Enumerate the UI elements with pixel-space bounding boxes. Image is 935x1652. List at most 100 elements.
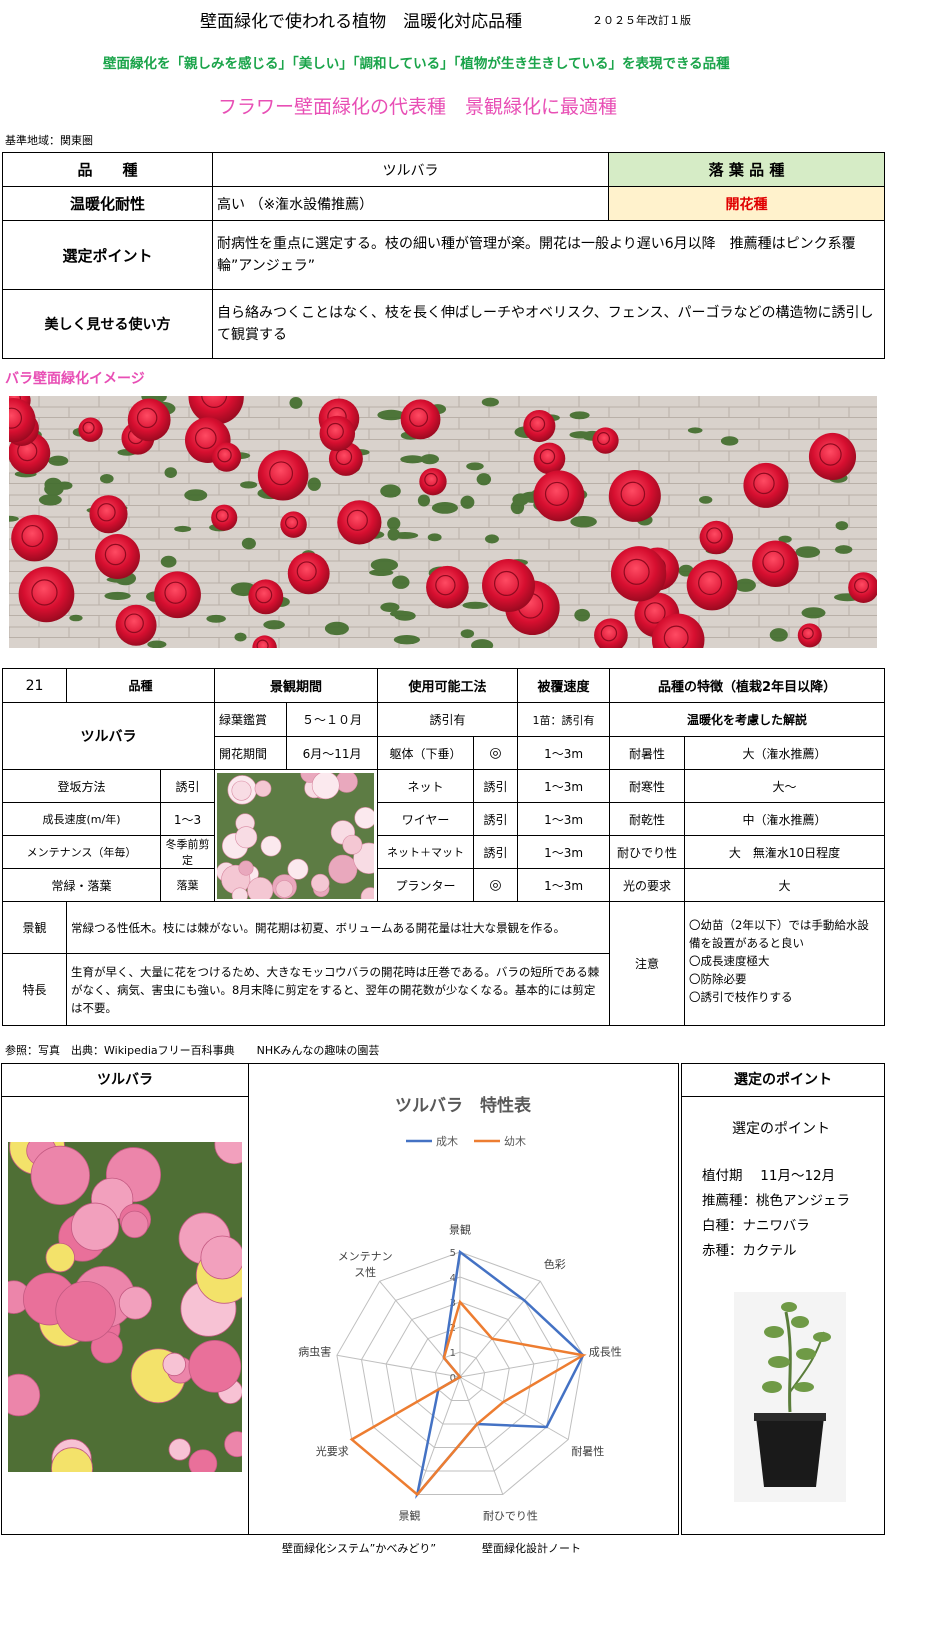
leaf-shape [174,525,192,533]
pink-rose-photo [217,772,375,899]
method-mark: 誘引 [473,835,519,869]
red-rose-shape [608,469,661,522]
red-rose-shape [699,520,734,555]
red-rose-shape [280,511,307,538]
pink-rose-shape [238,860,254,876]
red-rose-shape [287,552,330,595]
page-title: 壁面緑化で使われる植物 温暖化対応品種 [200,12,523,32]
rose-bloom-shape [188,1340,242,1393]
leaf-shape [206,614,226,623]
axis-label: 成長性 [589,1344,622,1358]
pink-rose-shape [275,879,294,898]
selection-point-label: 選定ポイント [2,220,213,290]
edition-label: ２０２５年改訂１版 [592,14,691,27]
method-row: ネット [377,769,475,803]
region-label: 基準地域：関東圏 [5,134,93,147]
caution-list: 〇幼苗（2年以下）では手動給水設備を設置があると良い 〇成長速度極大 〇防除必要… [684,901,886,1026]
leaf-shape [160,555,177,568]
method-row: 躯体（下垂） [377,736,475,770]
method-mark: ◎ [473,868,519,902]
leaf-shape [393,635,420,645]
feature-head: 品種の特徴（植栽2年目以降） [609,668,886,703]
method-speed: 1～3m [517,802,611,836]
grid-spoke [459,1280,541,1378]
pink-rose-shape [310,873,330,892]
leaf-shape [460,495,475,509]
leaf-shape [462,601,488,609]
selection-point-value: 耐病性を重点に選定する。枝の細い種が管理が楽。開花は一般より遅い6月以降 推薦種… [212,220,885,290]
red-rose-shape [319,415,356,452]
red-rose-shape [89,495,128,534]
point-heading: 選定のポイント [732,1121,830,1137]
speed-head: 被覆速度 [517,668,611,703]
variety-label: 品 種 [2,152,213,187]
rose-bloom-shape [162,1352,186,1377]
rose-bloom-shape [45,1242,75,1273]
method-speed: 1～3m [517,835,611,869]
red-rose-shape [211,504,238,531]
red-rose-shape [610,546,667,602]
red-rose-shape [482,558,536,612]
feature-label: 耐乾性 [609,802,686,836]
reference-note: 参照：写真 出典：Wikipediaフリー百科事典 NHKみんなの趣味の園芸 [5,1044,380,1057]
feature-value: 中（潅水推薦） [684,802,886,836]
leaf-shape [795,546,821,558]
leaf-shape [687,427,703,434]
scenery-label: 景観 [2,901,67,954]
leaf-shape [734,578,756,592]
legend-label: 幼木 [504,1135,526,1148]
red-rose-shape [154,571,201,619]
leaf-shape [164,467,177,479]
leaf-shape [387,517,401,531]
point-line: 白種：ナニワバラ [702,1218,810,1234]
entry-number: 21 [2,668,67,703]
footer-note: 壁面緑化設計ノート [482,1542,581,1555]
axis-label: 光要求 [316,1444,349,1458]
grid-spoke [336,1354,461,1378]
leaf-shape [369,569,394,576]
method-mark: ◎ [473,736,519,770]
method-speed: 1～3m [517,868,611,902]
leaf-shape [570,515,597,528]
bloom-value: 6月～11月 [286,736,379,770]
red-rose-shape [743,462,789,508]
leaf-shape [574,608,590,622]
left-photo-panel: ツルバラ [1,1063,249,1535]
point-line: 推薦種：桃色アンジェラ [702,1193,850,1209]
pink-rose-shape [260,835,282,856]
red-rose-shape [400,399,441,440]
pink-rose-shape [328,854,358,884]
right-point-panel: 選定のポイント 選定のポイント 植付期 11月～12月 推薦種：桃色アンジェラ … [681,1063,885,1535]
left-row-label: 常緑・落葉 [2,868,161,902]
leaf-shape [569,411,590,420]
red-rose-shape [257,450,309,501]
warming-head: 温暖化を考慮した解説 [609,702,886,737]
flowering-badge: 開花種 [608,186,885,221]
leaf-shape [466,462,484,471]
red-rose-shape [419,467,447,496]
leaf-shape [698,496,713,504]
leaf-shape [460,629,475,639]
red-rose-shape [592,427,619,454]
pink-rose-shape [254,779,272,797]
trait-text: 生育が早く、大量に花をつけるため、大きなモッコウバラの開花時は圧巻である。バラの… [65,953,611,1026]
rose-bloom-shape [55,1281,116,1342]
footer-system: 壁面緑化システム”かべみどり” [282,1542,437,1555]
subtitle-pink: フラワー壁面緑化の代表種 景観緑化に最適種 [218,96,618,118]
induce-head: 誘引有 [377,702,519,737]
red-rose-shape [95,534,140,579]
red-rose-shape [426,565,469,609]
usage-value: 自ら絡みつくことはなく、枝を長く伸ばしーチやオベリスク、フェンス、パーゴラなどの… [212,289,885,359]
leaf-shape [38,494,62,506]
rose-bloom-shape [168,1438,191,1461]
pink-rose-shape [231,780,252,801]
leaf-shape [234,632,247,642]
red-rose-shape [248,579,284,615]
red-rose-shape [127,398,171,442]
feature-label: 耐寒性 [609,769,686,803]
chart-title: ツルバラ 特性表 [395,1095,532,1116]
feature-value: 大（潅水推薦） [684,736,886,770]
usage-label: 美しく見せる使い方 [2,289,213,359]
pink-rose-shape [311,772,340,799]
pink-rose-shape [342,834,363,855]
